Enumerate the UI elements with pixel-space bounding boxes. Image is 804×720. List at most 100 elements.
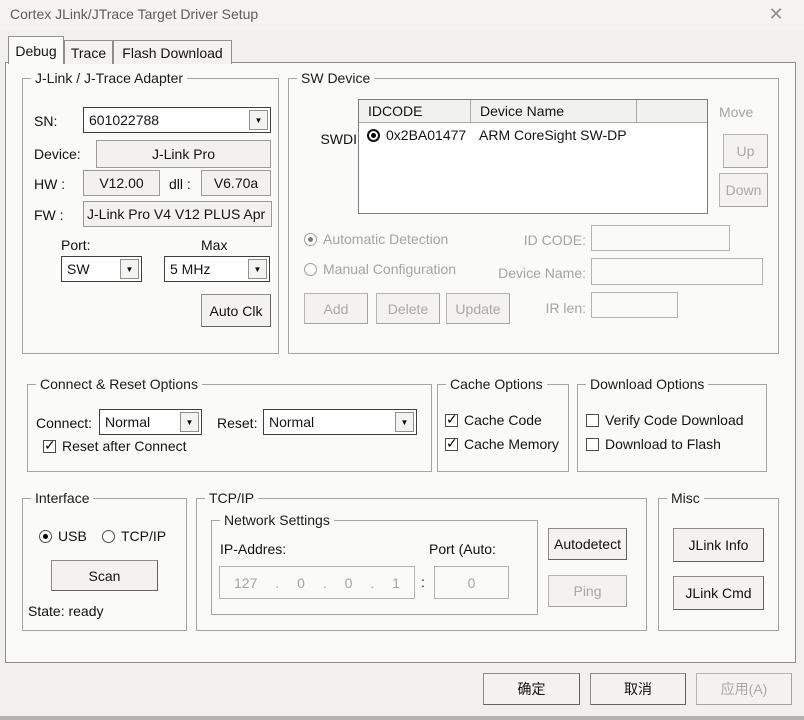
group-network-settings-legend: Network Settings [220, 512, 334, 528]
ip-octet-3: 0 [345, 575, 353, 591]
chevron-down-icon[interactable]: ▼ [249, 110, 268, 130]
ir-len-label: IR len: [540, 300, 586, 316]
usb-radio[interactable]: USB [39, 528, 87, 544]
connect-combo[interactable]: Normal ▼ [99, 409, 202, 435]
window-title: Cortex JLink/JTrace Target Driver Setup [10, 6, 258, 22]
group-interface: Interface USB TCP/IP Scan State: ready [22, 498, 187, 631]
auto-clk-button[interactable]: Auto Clk [201, 294, 271, 327]
move-up-label: Up [737, 143, 755, 159]
move-up-button: Up [723, 134, 768, 168]
checkbox-icon[interactable] [586, 438, 599, 451]
tab-flash-download[interactable]: Flash Download [113, 40, 232, 64]
window-bottom-edge [0, 716, 804, 720]
ping-label: Ping [573, 583, 601, 599]
cache-code-label: Cache Code [464, 412, 542, 428]
scan-button[interactable]: Scan [51, 560, 158, 591]
fw-label: FW : [34, 207, 64, 223]
close-icon[interactable]: ✕ [764, 2, 788, 26]
checkbox-icon[interactable] [445, 414, 458, 427]
ok-label: 确定 [518, 679, 546, 699]
hw-value: V12.00 [99, 175, 143, 191]
cancel-button[interactable]: 取消 [590, 673, 686, 705]
ir-len-field [591, 292, 678, 318]
tab-flash-download-label: Flash Download [122, 45, 222, 61]
checkbox-icon[interactable] [43, 440, 56, 453]
fw-field: J-Link Pro V4 V12 PLUS Apr [83, 201, 272, 227]
sw-device-table: IDCODE Device Name 0x2BA01477 ARM CoreSi… [358, 99, 708, 214]
reset-after-connect-label: Reset after Connect [62, 438, 187, 454]
group-download-options: Download Options Verify Code Download Do… [577, 384, 767, 472]
state-text: State: ready [26, 603, 106, 619]
port-combo[interactable]: SW ▼ [61, 256, 142, 282]
apply-button: 应用(A) [696, 673, 792, 705]
ip-dot: . [370, 575, 374, 591]
swdio-row-label: SWDI [317, 131, 357, 147]
table-row[interactable]: 0x2BA01477 ARM CoreSight SW-DP [359, 123, 707, 149]
row-radio-icon[interactable] [367, 129, 380, 142]
ip-dot: . [275, 575, 279, 591]
ip-octet-2: 0 [297, 575, 305, 591]
tcpip-label: TCP/IP [121, 528, 166, 544]
ip-address-field: 127 . 0 . 0 . 1 [219, 566, 415, 599]
checkbox-icon[interactable] [445, 438, 458, 451]
group-adapter: J-Link / J-Trace Adapter SN: 601022788 ▼… [22, 78, 279, 354]
tab-debug-label: Debug [15, 43, 56, 59]
group-connect-reset: Connect & Reset Options Connect: Normal … [27, 384, 432, 472]
max-speed-combo[interactable]: 5 MHz ▼ [164, 256, 270, 282]
manual-configuration-radio-icon [304, 263, 317, 276]
port-value: 0 [468, 575, 476, 591]
tab-trace[interactable]: Trace [64, 40, 113, 64]
ip-address-label: IP-Addres: [220, 541, 286, 557]
chevron-down-icon[interactable]: ▼ [180, 412, 199, 432]
group-interface-legend: Interface [31, 490, 93, 506]
tab-trace-label: Trace [71, 45, 106, 61]
id-code-label: ID CODE: [519, 232, 586, 248]
max-speed-combo-value: 5 MHz [165, 257, 246, 281]
hw-field: V12.00 [83, 170, 160, 196]
usb-radio-icon[interactable] [39, 530, 52, 543]
device-name-label: Device Name: [493, 265, 586, 281]
jlink-info-button[interactable]: JLink Info [673, 528, 764, 562]
group-adapter-legend: J-Link / J-Trace Adapter [31, 70, 187, 86]
autodetect-button[interactable]: Autodetect [548, 528, 627, 560]
apply-label: 应用(A) [721, 679, 768, 699]
ip-port-colon: : [421, 574, 425, 590]
ip-octet-1: 127 [234, 575, 257, 591]
ok-button[interactable]: 确定 [483, 673, 580, 705]
cancel-label: 取消 [624, 679, 652, 699]
reset-combo-value: Normal [264, 410, 393, 434]
port-field: 0 [434, 566, 509, 599]
chevron-down-icon[interactable]: ▼ [248, 259, 267, 279]
tcpip-radio[interactable]: TCP/IP [102, 528, 166, 544]
jlink-cmd-button[interactable]: JLink Cmd [673, 576, 764, 610]
delete-label: Delete [388, 301, 428, 317]
port-auto-label: Port (Auto: [429, 541, 496, 557]
cache-code-checkbox[interactable]: Cache Code [445, 412, 542, 428]
group-tcpip: TCP/IP Network Settings IP-Addres: Port … [196, 498, 647, 631]
ip-dot: . [323, 575, 327, 591]
usb-label: USB [58, 528, 87, 544]
fw-value: J-Link Pro V4 V12 PLUS Apr [87, 206, 265, 222]
col-header-empty [637, 100, 707, 122]
verify-code-download-checkbox[interactable]: Verify Code Download [586, 412, 762, 428]
cache-memory-label: Cache Memory [464, 436, 559, 452]
reset-combo[interactable]: Normal ▼ [263, 409, 417, 435]
tcpip-radio-icon[interactable] [102, 530, 115, 543]
checkbox-icon[interactable] [586, 414, 599, 427]
tab-debug[interactable]: Debug [8, 36, 64, 64]
id-code-field [591, 225, 730, 251]
verify-code-download-label: Verify Code Download [605, 412, 744, 428]
sn-combo[interactable]: 601022788 ▼ [83, 107, 271, 133]
chevron-down-icon[interactable]: ▼ [395, 412, 414, 432]
sw-device-table-header: IDCODE Device Name [359, 100, 707, 123]
reset-after-connect-checkbox[interactable]: Reset after Connect [43, 438, 187, 454]
device-label: Device: [34, 146, 81, 162]
automatic-detection-label: Automatic Detection [323, 231, 448, 247]
group-sw-device-legend: SW Device [297, 70, 374, 86]
group-misc-legend: Misc [667, 490, 704, 506]
chevron-down-icon[interactable]: ▼ [120, 259, 139, 279]
cache-memory-checkbox[interactable]: Cache Memory [445, 436, 559, 452]
max-label: Max [201, 237, 227, 253]
download-to-flash-checkbox[interactable]: Download to Flash [586, 436, 721, 452]
group-cache-options: Cache Options Cache Code Cache Memory [437, 384, 569, 472]
